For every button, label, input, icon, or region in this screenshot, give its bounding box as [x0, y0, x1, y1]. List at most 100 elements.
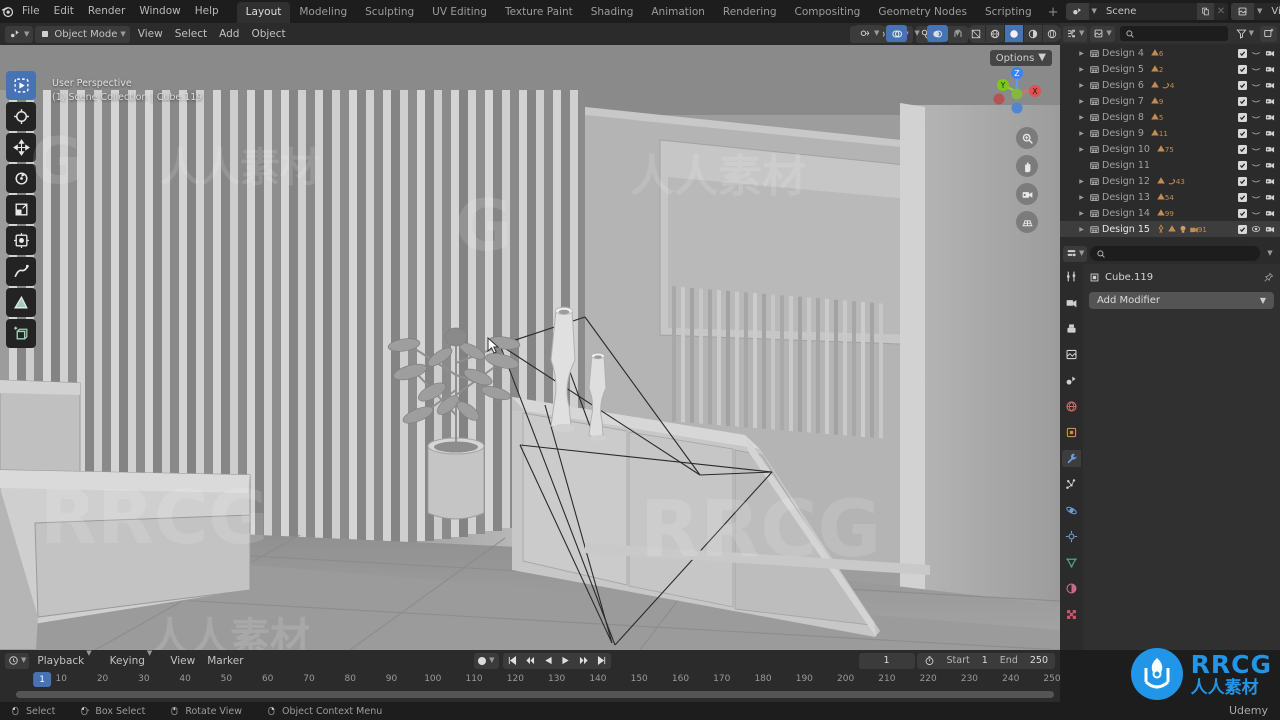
viewport-menu-object[interactable]: Object — [245, 23, 291, 45]
disable-in-renders-icon[interactable] — [1265, 112, 1275, 122]
exclude-checkbox[interactable] — [1238, 176, 1247, 186]
expand-arrow-icon[interactable]: ▶ — [1076, 82, 1087, 89]
disable-in-renders-icon[interactable] — [1265, 64, 1275, 74]
viewlayer-name[interactable]: ViewLayer — [1265, 3, 1280, 20]
navigation-gizmo[interactable]: X Y Z — [986, 61, 1048, 123]
viewport-3d[interactable]: User Perspective (1) Scene Collection | … — [0, 45, 1060, 650]
outliner-item-design-7[interactable]: ▶ Design 7 9 — [1060, 93, 1280, 109]
auto-keying-toggle[interactable]: ▼ — [474, 652, 499, 669]
outliner-item-design-11[interactable]: Design 11 — [1060, 157, 1280, 173]
properties-texture-tab[interactable] — [1062, 606, 1081, 623]
outliner-item-design-8[interactable]: ▶ Design 8 5 — [1060, 109, 1280, 125]
exclude-checkbox[interactable] — [1238, 96, 1247, 106]
exclude-checkbox[interactable] — [1238, 160, 1247, 170]
add-cube-tool[interactable] — [6, 319, 36, 348]
scene-name[interactable]: Scene — [1099, 3, 1196, 20]
viewport-options-button[interactable]: Options ▼ — [989, 50, 1052, 66]
hide-in-viewport-icon[interactable] — [1251, 96, 1261, 106]
timeline-menu-view[interactable]: View — [164, 650, 201, 672]
cursor-tool[interactable] — [6, 102, 36, 131]
expand-arrow-icon[interactable]: ▶ — [1076, 66, 1087, 73]
hide-in-viewport-icon[interactable] — [1251, 224, 1261, 234]
properties-physics-tab[interactable] — [1062, 502, 1081, 519]
disable-in-renders-icon[interactable] — [1265, 128, 1275, 138]
jump-to-keyframe-next-button[interactable] — [575, 653, 593, 669]
workspace-tab-layout[interactable]: Layout — [236, 2, 291, 23]
workspace-tab-uv-editing[interactable]: UV Editing — [423, 2, 496, 23]
workspace-tab-rendering[interactable]: Rendering — [714, 2, 786, 23]
outliner-item-design-6[interactable]: ▶ Design 6 4 — [1060, 77, 1280, 93]
exclude-checkbox[interactable] — [1238, 128, 1247, 138]
hide-in-viewport-icon[interactable] — [1251, 64, 1261, 74]
gizmo-selector[interactable]: ▼ — [855, 25, 884, 42]
zoom-button[interactable] — [1016, 127, 1038, 149]
timeline-menu-marker[interactable]: Marker — [201, 650, 249, 672]
viewlayer-selector[interactable]: ▼ ViewLayer ✕ — [1230, 3, 1280, 20]
add-workspace-button[interactable]: + — [1041, 2, 1066, 23]
hide-in-viewport-icon[interactable] — [1251, 128, 1261, 138]
expand-arrow-icon[interactable]: ▶ — [1076, 130, 1087, 137]
workspace-tab-animation[interactable]: Animation — [642, 2, 714, 23]
shading-dropdown[interactable]: ▼ — [1065, 25, 1078, 42]
outliner-editor[interactable]: ▼ ▼ ▼ ▶ Design 4 6 ▶ Design 5 2 ▶ Design 6 4 ▶ Des… — [1060, 23, 1280, 243]
disable-in-renders-icon[interactable] — [1265, 160, 1275, 170]
timeline-playhead[interactable]: 1 — [33, 672, 51, 687]
expand-arrow-icon[interactable]: ▶ — [1076, 194, 1087, 201]
expand-arrow-icon[interactable]: ▶ — [1076, 114, 1087, 121]
pin-icon[interactable] — [1263, 268, 1274, 287]
properties-editor[interactable]: ▼ ▼ Cube.119 Add Modifier ▼ — [1060, 243, 1280, 650]
workspace-tab-shading[interactable]: Shading — [582, 2, 643, 23]
measure-tool[interactable] — [6, 288, 36, 317]
jump-to-keyframe-prev-button[interactable] — [521, 653, 539, 669]
hide-in-viewport-icon[interactable] — [1251, 192, 1261, 202]
new-scene-button[interactable] — [1196, 3, 1214, 20]
exclude-checkbox[interactable] — [1238, 144, 1247, 154]
rotate-tool[interactable] — [6, 164, 36, 193]
exclude-checkbox[interactable] — [1238, 208, 1247, 218]
disable-in-renders-icon[interactable] — [1265, 224, 1275, 234]
properties-scene-tab[interactable] — [1062, 372, 1081, 389]
hide-in-viewport-icon[interactable] — [1251, 176, 1261, 186]
workspace-tab-geometry-nodes[interactable]: Geometry Nodes — [869, 2, 976, 23]
properties-particles-tab[interactable] — [1062, 476, 1081, 493]
exclude-checkbox[interactable] — [1238, 224, 1247, 234]
outliner-item-design-12[interactable]: ▶ Design 12 43 — [1060, 173, 1280, 189]
outliner-new-collection-button[interactable] — [1260, 25, 1277, 42]
workspace-tab-modeling[interactable]: Modeling — [290, 2, 356, 23]
editor-type-selector[interactable]: ▼ — [5, 25, 34, 43]
shading-material-preview-button[interactable] — [1005, 25, 1025, 42]
shading-extra-button[interactable] — [1043, 25, 1063, 42]
timeline-editor-type-button[interactable]: ▼ — [5, 652, 30, 669]
properties-options-button[interactable]: ▼ — [1263, 250, 1277, 257]
expand-arrow-icon[interactable]: ▶ — [1076, 146, 1087, 153]
frame-range-fields[interactable]: Start 1 End 250 — [916, 652, 1055, 669]
outliner-filter-button[interactable]: ▼ — [1233, 26, 1257, 42]
properties-view-layer-tab[interactable] — [1062, 346, 1081, 363]
workspace-tab-compositing[interactable]: Compositing — [786, 2, 870, 23]
outliner-item-design-10[interactable]: ▶ Design 10 75 — [1060, 141, 1280, 157]
menu-render[interactable]: Render — [81, 0, 132, 23]
exclude-checkbox[interactable] — [1238, 192, 1247, 202]
exclude-checkbox[interactable] — [1238, 112, 1247, 122]
workspace-tab-scripting[interactable]: Scripting — [976, 2, 1041, 23]
disable-in-renders-icon[interactable] — [1265, 144, 1275, 154]
outliner-item-design-9[interactable]: ▶ Design 9 11 — [1060, 125, 1280, 141]
properties-output-tab[interactable] — [1062, 320, 1081, 337]
camera-view-button[interactable] — [1016, 183, 1038, 205]
exclude-checkbox[interactable] — [1238, 64, 1247, 74]
transform-tool[interactable] — [6, 226, 36, 255]
properties-editor-type-button[interactable]: ▼ — [1063, 245, 1088, 262]
hide-in-viewport-icon[interactable] — [1251, 160, 1261, 170]
current-frame-field[interactable]: 1 — [858, 652, 915, 669]
expand-arrow-icon[interactable]: ▶ — [1076, 178, 1087, 185]
expand-arrow-icon[interactable]: ▶ — [1076, 210, 1087, 217]
blender-logo-icon[interactable] — [0, 0, 15, 23]
properties-modifier-tab[interactable] — [1062, 450, 1081, 467]
shading-wireframe-button[interactable] — [967, 25, 987, 42]
disable-in-renders-icon[interactable] — [1265, 48, 1275, 58]
mode-selector[interactable]: Object Mode ▼ — [35, 25, 130, 43]
properties-object-tab[interactable] — [1062, 424, 1081, 441]
outliner-item-design-4[interactable]: ▶ Design 4 6 — [1060, 45, 1280, 61]
timeline-horizontal-scrollbar[interactable] — [16, 691, 1054, 698]
toggle-perspective-button[interactable] — [1016, 211, 1038, 233]
